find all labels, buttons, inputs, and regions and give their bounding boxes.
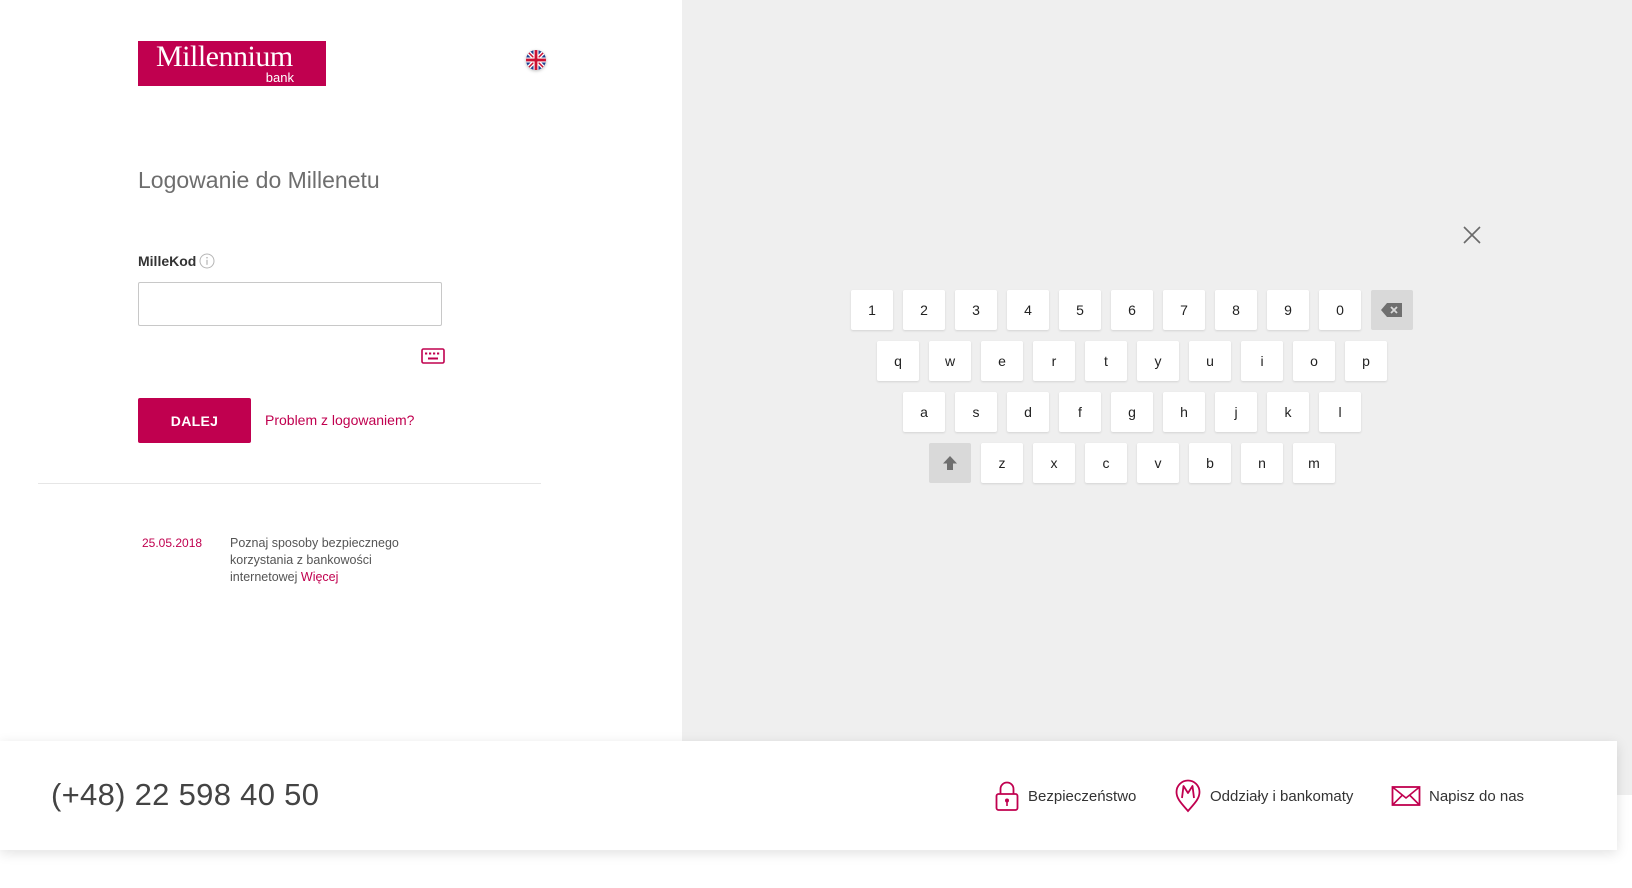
key-k[interactable]: k xyxy=(1267,392,1309,432)
logo-sub: bank xyxy=(265,70,294,85)
divider xyxy=(38,483,541,484)
backspace-icon xyxy=(1381,303,1402,317)
virtual-keyboard-panel: 1 2 3 4 5 6 7 8 9 0 q w e r t y u i o p … xyxy=(682,0,1632,795)
key-q[interactable]: q xyxy=(877,341,919,381)
key-y[interactable]: y xyxy=(1137,341,1179,381)
key-3[interactable]: 3 xyxy=(955,290,997,330)
key-o[interactable]: o xyxy=(1293,341,1335,381)
key-n[interactable]: n xyxy=(1241,443,1283,483)
news-date: 25.05.2018 xyxy=(142,536,203,550)
contact-link[interactable]: Napisz do nas xyxy=(1391,779,1524,813)
millennium-logo: Millennium bank xyxy=(138,40,326,86)
key-h[interactable]: h xyxy=(1163,392,1205,432)
news-item: Poznaj sposoby bezpiecznego korzystania … xyxy=(230,535,420,586)
lock-icon xyxy=(994,780,1020,812)
key-i[interactable]: i xyxy=(1241,341,1283,381)
branches-label: Oddziały i bankomaty xyxy=(1210,787,1354,805)
key-v[interactable]: v xyxy=(1137,443,1179,483)
close-icon[interactable] xyxy=(1461,224,1483,246)
key-w[interactable]: w xyxy=(929,341,971,381)
key-d[interactable]: d xyxy=(1007,392,1049,432)
login-panel: Millennium bank Logowanie do Millenetu M… xyxy=(0,0,682,740)
key-7[interactable]: 7 xyxy=(1163,290,1205,330)
info-icon[interactable] xyxy=(199,253,215,269)
page-title: Logowanie do Millenetu xyxy=(138,167,380,193)
key-b[interactable]: b xyxy=(1189,443,1231,483)
key-s[interactable]: s xyxy=(955,392,997,432)
key-t[interactable]: t xyxy=(1085,341,1127,381)
shift-key[interactable] xyxy=(929,443,971,483)
key-l[interactable]: l xyxy=(1319,392,1361,432)
key-u[interactable]: u xyxy=(1189,341,1231,381)
key-r[interactable]: r xyxy=(1033,341,1075,381)
key-c[interactable]: c xyxy=(1085,443,1127,483)
backspace-key[interactable] xyxy=(1371,290,1413,330)
logo-name: Millennium xyxy=(156,40,293,73)
key-g[interactable]: g xyxy=(1111,392,1153,432)
key-a[interactable]: a xyxy=(903,392,945,432)
key-8[interactable]: 8 xyxy=(1215,290,1257,330)
key-2[interactable]: 2 xyxy=(903,290,945,330)
millekod-label: MilleKod xyxy=(138,253,197,269)
key-j[interactable]: j xyxy=(1215,392,1257,432)
contact-label: Napisz do nas xyxy=(1429,787,1525,805)
key-1[interactable]: 1 xyxy=(851,290,893,330)
security-link[interactable]: Bezpieczeństwo xyxy=(994,779,1136,813)
keyboard-row-asdf: a s d f g h j k l xyxy=(903,392,1361,432)
keyboard-icon[interactable] xyxy=(420,346,446,366)
key-9[interactable]: 9 xyxy=(1267,290,1309,330)
key-0[interactable]: 0 xyxy=(1319,290,1361,330)
branches-link[interactable]: Oddziały i bankomaty xyxy=(1174,779,1353,813)
news-more-link[interactable]: Więcej xyxy=(301,570,339,584)
security-label: Bezpieczeństwo xyxy=(1028,787,1137,805)
key-p[interactable]: p xyxy=(1345,341,1387,381)
key-6[interactable]: 6 xyxy=(1111,290,1153,330)
map-pin-icon xyxy=(1174,779,1202,813)
key-5[interactable]: 5 xyxy=(1059,290,1101,330)
keyboard-row-digits: 1 2 3 4 5 6 7 8 9 0 xyxy=(851,290,1413,330)
login-problem-link[interactable]: Problem z logowaniem? xyxy=(265,412,414,428)
key-4[interactable]: 4 xyxy=(1007,290,1049,330)
next-button[interactable]: DALEJ xyxy=(138,398,251,443)
envelope-icon xyxy=(1391,785,1421,807)
key-z[interactable]: z xyxy=(981,443,1023,483)
key-f[interactable]: f xyxy=(1059,392,1101,432)
uk-flag-icon[interactable] xyxy=(526,50,546,70)
phone-number: (+48) 22 598 40 50 xyxy=(51,777,320,812)
keyboard-row-zxcv: z x c v b n m xyxy=(929,443,1335,483)
millekod-input[interactable] xyxy=(138,282,442,326)
key-m[interactable]: m xyxy=(1293,443,1335,483)
key-x[interactable]: x xyxy=(1033,443,1075,483)
footer: (+48) 22 598 40 50 Bezpieczeństwo Oddzia… xyxy=(0,741,1617,850)
keyboard-row-qwerty: q w e r t y u i o p xyxy=(877,341,1387,381)
shift-arrow-icon xyxy=(943,456,957,470)
key-e[interactable]: e xyxy=(981,341,1023,381)
